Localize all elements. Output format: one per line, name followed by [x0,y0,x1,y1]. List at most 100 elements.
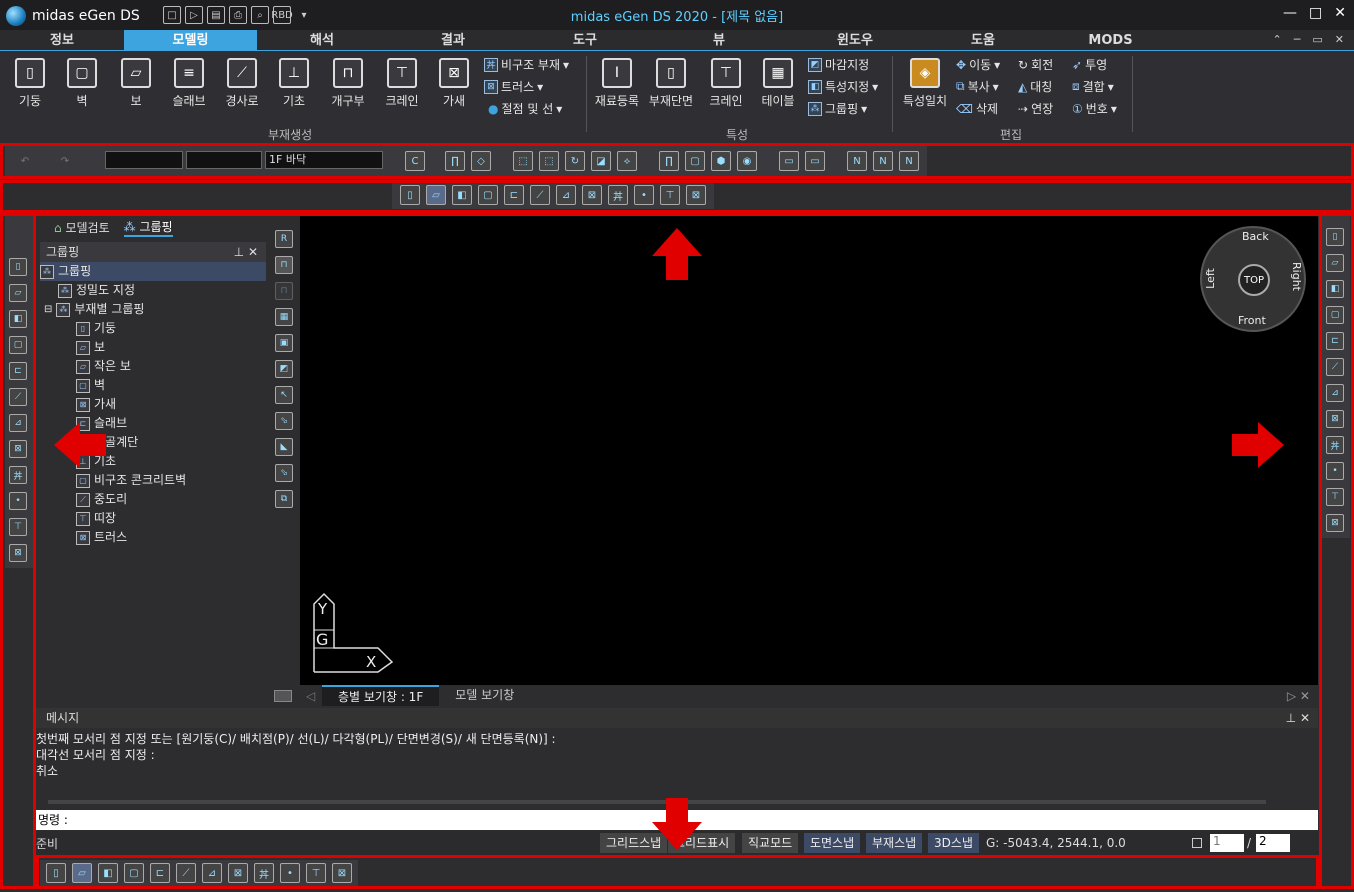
view-cube-back[interactable]: Back [1242,230,1269,243]
close-button[interactable]: ✕ [1334,5,1346,21]
slab-tool-icon[interactable]: ⊏ [9,362,27,380]
brace-tool-icon[interactable]: ⊠ [228,863,248,883]
element-number-icon[interactable]: N [873,151,893,171]
minimize-button[interactable]: — [1283,5,1297,21]
purlin-tool-icon[interactable]: 丼 [254,863,274,883]
frame-icon[interactable]: ∏ [445,151,465,171]
tree-root[interactable]: ⁂ 그룹핑 [40,262,266,281]
select-window-icon[interactable]: ⬚ [513,151,533,171]
preview-icon[interactable]: ⌕ [251,6,269,24]
eraser-tool-icon[interactable]: ◇ [471,151,491,171]
tree-item-member-grouping[interactable]: ⊟ ⁂ 부재별 그룹핑 [44,300,144,319]
tree-item-purlin[interactable]: ⟋ 중도리 [76,490,127,509]
pin-close-icons[interactable]: ⊥ ✕ [234,242,258,262]
tree-item-nonstructural-wall[interactable]: ▢ 비구조 콘크리트벽 [76,471,186,490]
truss-tool-icon[interactable]: ⊠ [686,185,706,205]
wall-tool-icon[interactable]: ◧ [1326,280,1344,298]
section-button[interactable]: ▯ 부재단면 [646,58,696,109]
opening-tool-icon[interactable]: ▢ [9,336,27,354]
number-button[interactable]: ① 번호 ▾ [1072,100,1117,117]
select-fence-icon[interactable]: ⟡ [617,151,637,171]
tab-tools[interactable]: 도구 [519,30,651,51]
tree-item-brace[interactable]: ⊠ 가새 [76,395,116,414]
tab-info[interactable]: 정보 [0,30,124,51]
page-current-input[interactable]: 1 [1210,834,1244,852]
column-button[interactable]: ▯ 기둥 [12,58,48,109]
section-combo[interactable] [105,151,183,169]
collapse-icon[interactable]: ⊟ [44,300,52,319]
unlock-icon[interactable]: ⊓ [275,256,293,274]
truss-tool-icon[interactable]: ⊠ [332,863,352,883]
rbd-icon[interactable]: RBD [271,6,293,24]
panel-toggle-icon[interactable] [274,690,292,702]
new-file-icon[interactable]: □ [163,6,181,24]
tab-view[interactable]: 뷰 [651,30,787,51]
close-view-icon[interactable]: ▷ ✕ [1287,689,1318,703]
extend-button[interactable]: ⇢ 연장 [1018,100,1053,117]
3d-snap-toggle[interactable]: 3D스냅 [928,833,979,853]
truss-button[interactable]: ⊠ 트러스 ▾ [484,78,543,95]
beam-button[interactable]: ▱ 보 [118,58,154,109]
stair-tool-icon[interactable]: ⊿ [1326,384,1344,402]
brace-tool-icon[interactable]: ⊠ [9,440,27,458]
zoom-fit-icon[interactable]: ▢ [685,151,705,171]
tab-grouping[interactable]: ⁂ 그룹핑 [123,218,173,237]
view-cube-right[interactable]: Right [1290,262,1303,291]
view-cube-front[interactable]: Front [1238,314,1266,327]
wall-tool-icon[interactable]: ◧ [452,185,472,205]
doc-close-icon[interactable]: ✕ [1335,33,1344,46]
ramp-tool-icon[interactable]: ⟋ [9,388,27,406]
color-tag-icon[interactable]: ◣ [275,438,293,456]
tab-mods[interactable]: MODS [1043,30,1178,51]
qat-dropdown-icon[interactable]: ▾ [295,6,313,24]
tab-results[interactable]: 결과 [387,30,519,51]
split-h-icon[interactable]: ▭ [779,151,799,171]
node-tool-icon[interactable]: • [280,863,300,883]
opening-button[interactable]: ⊓ 개구부 [326,58,370,109]
join-button[interactable]: ⧈ 결합 ▾ [1072,78,1114,95]
node-tool-icon[interactable]: • [9,492,27,510]
column-tool-icon[interactable]: ▯ [46,863,66,883]
beam-tool-icon[interactable]: ▱ [1326,254,1344,272]
tree-item-wall[interactable]: ▢ 벽 [76,376,105,395]
select-back-icon[interactable]: ↖ [275,386,293,404]
ramp-tool-icon[interactable]: ⟋ [176,863,196,883]
table-button[interactable]: ▦ 테이블 [756,58,800,109]
girt-tool-icon[interactable]: ⊤ [1326,488,1344,506]
opening-tool-icon[interactable]: ▢ [124,863,144,883]
view-cube-top[interactable]: TOP [1238,264,1270,296]
stair-tool-icon[interactable]: ⊿ [9,414,27,432]
node-number-icon[interactable]: N [847,151,867,171]
drawing-snap-toggle[interactable]: 도면스냅 [804,833,861,853]
tree-item-girt[interactable]: ⊤ 띠장 [76,509,116,528]
node-line-button[interactable]: ● 절점 및 선 ▾ [488,100,562,117]
tree-item-precision[interactable]: ⁂ 정밀도 지정 [58,281,135,300]
ortho-toggle[interactable]: 직교모드 [742,833,799,853]
tree-item-small-beam[interactable]: ▱ 작은 보 [76,357,131,376]
color-wheel-icon[interactable]: ◉ [737,151,757,171]
cad-icon[interactable]: C [405,151,425,171]
tree-item-beam[interactable]: ▱ 보 [76,338,105,357]
model-viewport[interactable] [300,216,1318,685]
girt-tool-icon[interactable]: ⊤ [306,863,326,883]
slab-tool-icon[interactable]: ⊏ [504,185,524,205]
purlin-tool-icon[interactable]: 丼 [9,466,27,484]
select-polygon-icon[interactable]: ◪ [591,151,611,171]
column-tool-icon[interactable]: ▯ [400,185,420,205]
tab-help[interactable]: 도움 [923,30,1043,51]
truss-tool-icon[interactable]: ⊠ [1326,514,1344,532]
brace-tool-icon[interactable]: ⊠ [582,185,602,205]
column-tool-icon[interactable]: ▯ [1326,228,1344,246]
view-settings-icon[interactable]: ▣ [275,334,293,352]
redo-icon[interactable]: ↷ [55,151,75,171]
page-total-input[interactable]: 2 [1256,834,1290,852]
beam-tool-icon[interactable]: ▱ [9,284,27,302]
view-cube[interactable]: Back Front Left Right TOP [1200,226,1306,332]
material-button[interactable]: I 재료등록 [592,58,642,109]
wall-tool-icon[interactable]: ◧ [9,310,27,328]
nonstructural-button[interactable]: 丼 비구조 부재 ▾ [484,56,569,73]
scroll-left-icon[interactable]: ◁ [300,689,322,703]
foundation-button[interactable]: ⊥ 기초 [276,58,312,109]
split-v-icon[interactable]: ▭ [805,151,825,171]
select-filter-icon[interactable]: ⬂ [275,464,293,482]
